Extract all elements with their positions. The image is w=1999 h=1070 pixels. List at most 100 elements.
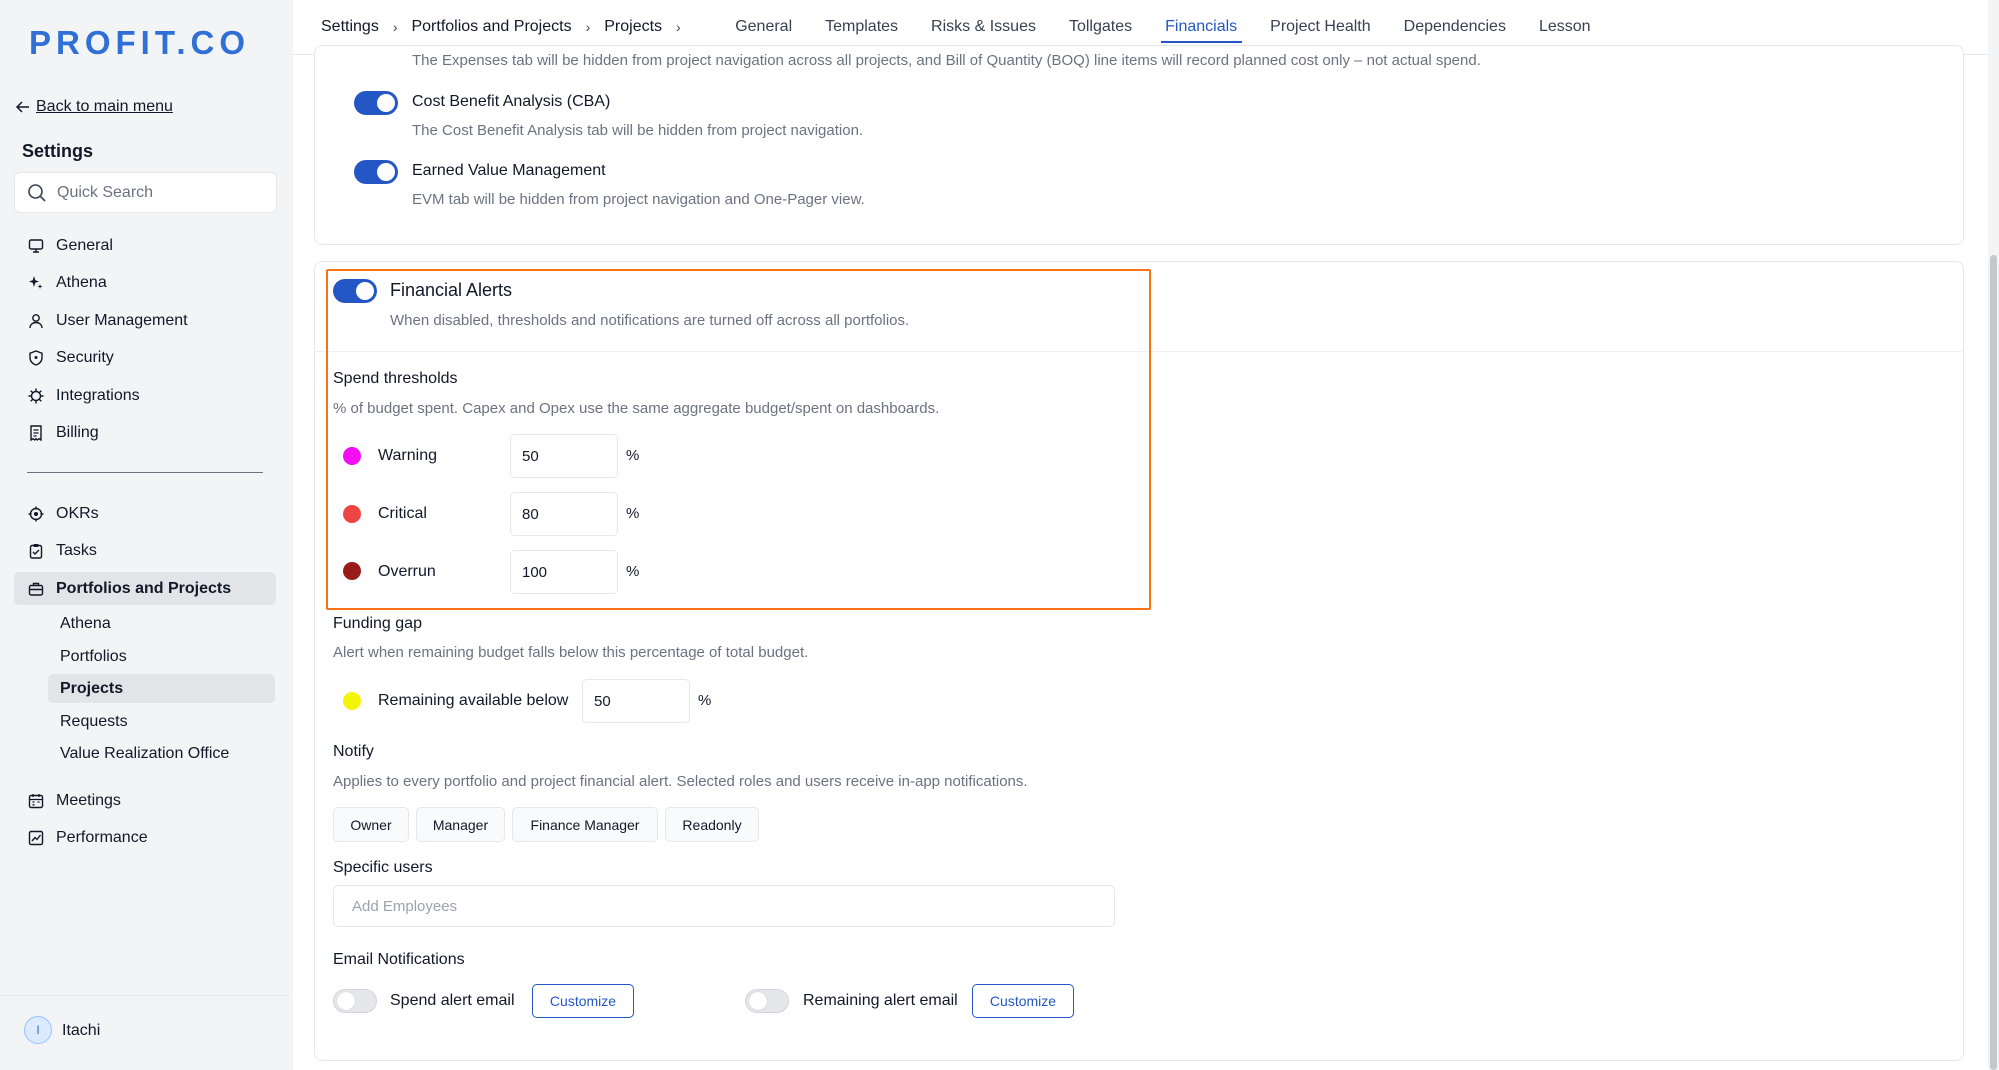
funding-gap-label: Remaining available below <box>378 692 569 709</box>
sidebar-item-label: Security <box>56 349 114 366</box>
section-divider <box>314 351 1964 352</box>
gear-icon <box>28 388 44 403</box>
funding-gap-color-dot <box>343 692 361 710</box>
sidebar-item-performance[interactable]: Performance <box>14 822 276 855</box>
sidebar-item-security[interactable]: Security <box>14 342 276 375</box>
sidebar-item-label: Athena <box>56 274 107 291</box>
sidebar-item-label: Meetings <box>56 791 121 809</box>
quick-search-box[interactable] <box>14 172 277 213</box>
critical-percent-unit: % <box>626 505 640 522</box>
sidebar-item-label: Billing <box>56 424 99 441</box>
arrow-left-icon <box>16 101 29 113</box>
critical-label: Critical <box>378 505 427 522</box>
spend-alert-email-toggle[interactable] <box>333 989 377 1013</box>
calendar-icon <box>28 793 44 808</box>
sidebar-item-integrations[interactable]: Integrations <box>14 379 276 412</box>
customize-remaining-email-button[interactable]: Customize <box>972 984 1074 1018</box>
funding-gap-title: Funding gap <box>333 615 422 632</box>
quick-search-input[interactable] <box>57 183 257 202</box>
sidebar-divider <box>27 472 263 473</box>
evm-toggle[interactable] <box>354 160 398 184</box>
sidebar-item-okrs[interactable]: OKRs <box>14 497 276 530</box>
sidebar-item-tasks[interactable]: Tasks <box>14 535 276 568</box>
back-to-main-menu-link[interactable]: Back to main menu <box>16 98 173 116</box>
sidebar-item-meetings[interactable]: Meetings <box>14 784 276 817</box>
breadcrumb: Settings › Portfolios and Projects › Pro… <box>293 18 695 36</box>
funding-gap-description: Alert when remaining budget falls below … <box>333 644 809 661</box>
user-profile-bar[interactable]: I Itachi <box>0 995 290 1070</box>
avatar[interactable]: I <box>24 1016 52 1044</box>
role-chip-owner[interactable]: Owner <box>333 807 409 842</box>
sidebar-item-portfolios-and-projects[interactable]: Portfolios and Projects <box>14 572 276 605</box>
sidebar-subitem-athena[interactable]: Athena <box>48 609 275 638</box>
user-icon <box>29 313 43 328</box>
notify-description: Applies to every portfolio and project f… <box>333 773 1028 790</box>
overrun-label: Overrun <box>378 563 436 580</box>
sidebar-item-athena[interactable]: Athena <box>14 267 276 300</box>
sidebar-item-label: Integrations <box>56 386 140 404</box>
back-link-label: Back to main menu <box>36 98 173 115</box>
sidebar-item-label: Tasks <box>56 542 97 559</box>
overrun-color-dot <box>343 562 361 580</box>
settings-nav-group-2: OKRs Tasks Portfolios and Projects <box>14 497 276 610</box>
page-scrollbar[interactable] <box>1988 0 1999 1070</box>
receipt-icon <box>30 425 42 441</box>
sidebar-item-label: User Management <box>56 311 188 329</box>
sidebar-subitem-value-realization-office[interactable]: Value Realization Office <box>48 739 275 768</box>
cba-label: Cost Benefit Analysis (CBA) <box>412 93 611 110</box>
add-employees-input[interactable] <box>333 885 1115 927</box>
role-chip-readonly[interactable]: Readonly <box>665 807 759 842</box>
chevron-right-icon: › <box>585 19 591 35</box>
user-name: Itachi <box>62 1022 101 1039</box>
financial-modules-card <box>314 45 1964 245</box>
sidebar-subitem-projects[interactable]: Projects <box>48 674 275 704</box>
monitor-icon <box>28 238 44 253</box>
settings-heading: Settings <box>22 141 94 161</box>
remaining-alert-email-label: Remaining alert email <box>803 992 958 1009</box>
sidebar-item-label: Performance <box>56 829 148 846</box>
sidebar-item-label: Portfolios and Projects <box>56 579 232 597</box>
chevron-right-icon: › <box>392 19 398 35</box>
clipboard-check-icon <box>29 544 43 559</box>
funding-gap-percent-unit: % <box>698 692 712 709</box>
chart-icon <box>28 830 44 846</box>
warning-color-dot <box>343 447 361 465</box>
warning-percent-unit: % <box>626 447 640 464</box>
breadcrumb-projects[interactable]: Projects <box>604 18 662 36</box>
search-icon <box>28 183 46 202</box>
warning-threshold-input[interactable] <box>510 434 618 478</box>
breadcrumb-portfolios-and-projects[interactable]: Portfolios and Projects <box>411 18 571 36</box>
sidebar-item-billing[interactable]: Billing <box>14 417 276 450</box>
financial-alerts-description: When disabled, thresholds and notificati… <box>390 312 910 329</box>
sidebar-item-general[interactable]: General <box>14 229 276 262</box>
evm-label: Earned Value Management <box>412 162 606 179</box>
sparkle-icon <box>29 276 43 289</box>
role-chip-finance-manager[interactable]: Finance Manager <box>512 807 658 842</box>
warning-label: Warning <box>378 447 437 464</box>
customize-spend-email-button[interactable]: Customize <box>532 984 634 1018</box>
evm-description: EVM tab will be hidden from project navi… <box>412 191 865 208</box>
cba-toggle[interactable] <box>354 91 398 115</box>
portfolios-sub-nav: Athena Portfolios Projects Requests Valu… <box>48 609 275 772</box>
email-notifications-title: Email Notifications <box>333 951 465 968</box>
breadcrumb-settings[interactable]: Settings <box>321 18 379 36</box>
spend-alert-email-label: Spend alert email <box>390 992 515 1009</box>
sidebar-subitem-requests[interactable]: Requests <box>48 707 275 736</box>
role-chip-manager[interactable]: Manager <box>416 807 505 842</box>
profitco-logo[interactable]: PROFIT.CO <box>29 24 250 62</box>
remaining-alert-email-toggle[interactable] <box>745 989 789 1013</box>
overrun-percent-unit: % <box>626 563 640 580</box>
notify-title: Notify <box>333 743 374 760</box>
expenses-description: The Expenses tab will be hidden from pro… <box>412 52 1481 69</box>
overrun-threshold-input[interactable] <box>510 550 618 594</box>
financial-alerts-toggle[interactable] <box>333 279 377 303</box>
critical-threshold-input[interactable] <box>510 492 618 536</box>
sidebar-item-user-management[interactable]: User Management <box>14 304 276 337</box>
sidebar-subitem-portfolios[interactable]: Portfolios <box>48 642 275 671</box>
cba-description: The Cost Benefit Analysis tab will be hi… <box>412 122 864 139</box>
sidebar-item-label: OKRs <box>56 504 99 522</box>
scrollbar-thumb[interactable] <box>1990 255 1997 1070</box>
sidebar-item-label: General <box>56 236 113 254</box>
funding-gap-input[interactable] <box>582 679 690 723</box>
sidebar: PROFIT.CO Back to main menu Settings Gen… <box>0 0 290 1070</box>
